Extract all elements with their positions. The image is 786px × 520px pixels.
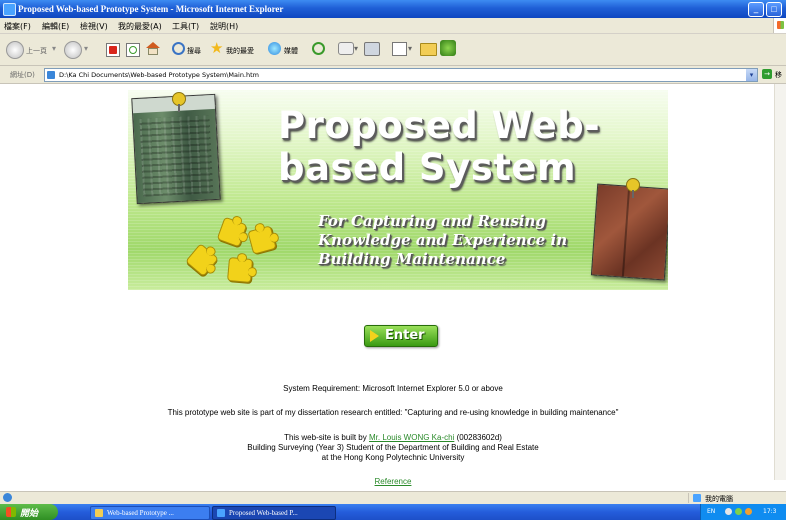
reference-link[interactable]: Reference [375, 477, 412, 486]
language-indicator[interactable]: EN [707, 508, 715, 515]
menu-help[interactable]: 說明(H) [210, 21, 238, 32]
start-label: 開始 [20, 509, 39, 519]
author-id: (00283602d) [454, 433, 502, 442]
toolbar: 上一頁 ▾ ▾ 搜尋 ★ 我的最愛 媒體 ▾ ▾ [0, 34, 786, 66]
folder-icon[interactable] [420, 43, 437, 56]
forward-dropdown-icon[interactable]: ▾ [84, 44, 88, 53]
taskbar-item-ie[interactable]: Proposed Web-based P... [212, 506, 336, 520]
back-dropdown-icon[interactable]: ▾ [52, 44, 56, 53]
start-button[interactable]: 開始 [0, 504, 58, 520]
window-title: Proposed Web-based Prototype System - Mi… [18, 4, 284, 14]
media-label[interactable]: 媒體 [284, 46, 298, 56]
search-label[interactable]: 搜尋 [187, 46, 201, 56]
edit-dropdown-icon[interactable]: ▾ [408, 44, 412, 53]
taskbar: 開始 Web-based Prototype ... Proposed Web-… [0, 504, 786, 520]
address-label: 網址(D) [10, 71, 35, 79]
page-viewport: Proposed Web- based System For Capturing… [0, 84, 786, 486]
maximize-button[interactable]: □ [766, 2, 782, 17]
address-bar: 網址(D) D:\Ka Chi Documents\Web-based Prot… [0, 66, 786, 84]
taskbar-item-folder[interactable]: Web-based Prototype ... [90, 506, 210, 520]
refresh-icon[interactable] [126, 43, 140, 57]
print-icon[interactable] [364, 42, 380, 56]
system-tray: EN 17:3 [700, 504, 786, 520]
pushpin-icon [172, 92, 186, 112]
banner-subtitle-line2: Knowledge and Experience in [318, 231, 568, 249]
page-icon [47, 71, 55, 79]
banner-title-line1: Proposed Web- [278, 104, 601, 147]
favorites-star-icon[interactable]: ★ [210, 39, 223, 57]
puzzle-piece-icon [226, 256, 254, 284]
enter-button-label: Enter [385, 328, 425, 343]
favorites-label[interactable]: 我的最愛 [226, 46, 254, 56]
university-text: at the Hong Kong Polytechnic University [321, 453, 465, 462]
arrow-right-icon [370, 330, 379, 342]
edit-icon[interactable] [392, 42, 407, 56]
back-arrow-icon[interactable] [6, 41, 24, 59]
wall-photo-right [590, 183, 668, 281]
building-photo-left [131, 93, 221, 205]
banner-title-line2: based System [278, 146, 577, 189]
tray-icon[interactable] [735, 508, 742, 515]
menu-view[interactable]: 檢視(V) [80, 21, 108, 32]
minimize-button[interactable]: _ [748, 2, 764, 17]
reference-line: Reference [0, 477, 786, 486]
security-zone: 我的電腦 [688, 493, 785, 503]
author-link[interactable]: Mr. Louis WONG Ka-chi [369, 433, 454, 442]
home-icon[interactable] [146, 42, 160, 55]
task-label: Proposed Web-based P... [229, 509, 298, 517]
address-input[interactable]: D:\Ka Chi Documents\Web-based Prototype … [44, 68, 758, 82]
back-label[interactable]: 上一頁 [26, 46, 47, 56]
vertical-scrollbar[interactable] [774, 84, 786, 480]
mail-icon[interactable] [338, 42, 354, 55]
address-url[interactable]: D:\Ka Chi Documents\Web-based Prototype … [59, 71, 259, 79]
dissertation-text: This prototype web site is part of my di… [167, 408, 619, 417]
go-button-label[interactable]: 移 [775, 70, 782, 80]
system-requirement-text: System Requirement: Microsoft Internet E… [283, 384, 503, 393]
ie-status-icon [3, 493, 12, 502]
go-arrow-icon[interactable]: → [762, 69, 772, 79]
ie-app-icon [3, 3, 16, 16]
windows-logo-icon [773, 18, 786, 33]
media-icon[interactable] [268, 42, 281, 55]
banner-subtitle-line3: Building Maintenance [318, 250, 506, 268]
messenger-icon[interactable] [440, 40, 456, 56]
built-by-prefix: This web-site is built by [284, 433, 369, 442]
computer-icon [693, 494, 701, 502]
clock: 17:3 [763, 508, 777, 515]
address-dropdown-icon[interactable]: ▾ [746, 69, 757, 81]
ie-icon [217, 509, 225, 517]
mail-dropdown-icon[interactable]: ▾ [354, 44, 358, 53]
programme-text: Building Surveying (Year 3) Student of t… [247, 443, 539, 452]
folder-icon [95, 509, 103, 517]
menu-tools[interactable]: 工具(T) [172, 21, 199, 32]
menu-favorites[interactable]: 我的最愛(A) [118, 21, 162, 32]
forward-arrow-icon[interactable] [64, 41, 82, 59]
windows-flag-icon [6, 507, 16, 517]
zone-label: 我的電腦 [705, 495, 733, 503]
stop-icon[interactable] [106, 43, 120, 57]
tray-icon[interactable] [725, 508, 732, 515]
enter-button[interactable]: Enter [364, 325, 438, 347]
tray-icon[interactable] [745, 508, 752, 515]
menu-edit[interactable]: 編輯(E) [42, 21, 69, 32]
menu-bar: 檔案(F) 編輯(E) 檢視(V) 我的最愛(A) 工具(T) 說明(H) [0, 18, 786, 34]
banner: Proposed Web- based System For Capturing… [128, 90, 668, 290]
history-icon[interactable] [312, 42, 325, 55]
banner-subtitle-line1: For Capturing and Reusing [318, 212, 546, 230]
search-icon[interactable] [172, 42, 185, 55]
built-by-line: This web-site is built by Mr. Louis WONG… [0, 433, 786, 442]
task-label: Web-based Prototype ... [107, 509, 174, 517]
status-bar: 我的電腦 [0, 491, 786, 504]
menu-file[interactable]: 檔案(F) [4, 21, 31, 32]
window-title-bar[interactable]: Proposed Web-based Prototype System - Mi… [0, 0, 786, 18]
